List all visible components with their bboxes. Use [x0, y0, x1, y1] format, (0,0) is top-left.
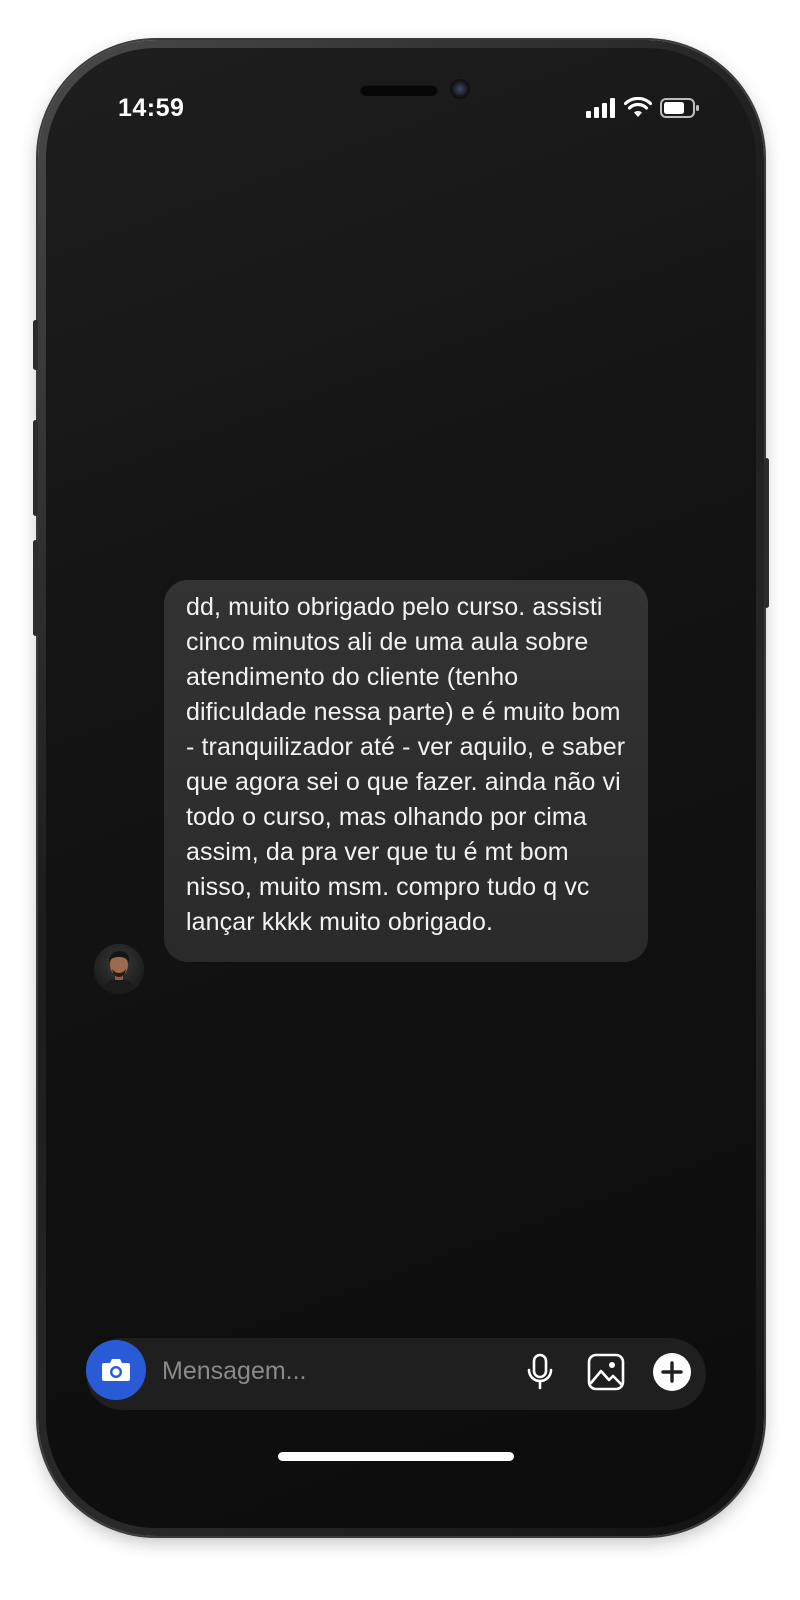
message-composer	[86, 1338, 706, 1410]
front-camera	[450, 79, 470, 99]
volume-up-button	[33, 420, 38, 516]
more-button[interactable]	[650, 1350, 694, 1394]
volume-down-button	[33, 540, 38, 636]
wifi-icon	[624, 97, 652, 117]
message-input[interactable]	[160, 1348, 464, 1394]
phone-screen: 14:59 dd, muito obrigado pelo curso. ass…	[46, 48, 756, 1528]
home-indicator[interactable]	[278, 1452, 514, 1461]
avatar[interactable]	[94, 944, 144, 994]
message-bubble[interactable]: dd, muito obrigado pelo curso. assisti c…	[164, 580, 648, 962]
power-button	[764, 458, 769, 608]
camera-button[interactable]	[86, 1340, 146, 1400]
avatar-photo	[94, 944, 144, 994]
signal-icon	[586, 98, 615, 118]
silent-switch	[33, 320, 38, 370]
earpiece-speaker	[360, 84, 438, 96]
status-icons	[586, 96, 700, 120]
microphone-button[interactable]	[518, 1350, 562, 1394]
battery-icon	[660, 98, 699, 118]
phone-frame: 14:59 dd, muito obrigado pelo curso. ass…	[33, 40, 769, 1536]
plus-icon	[653, 1353, 691, 1391]
gallery-icon	[587, 1353, 625, 1391]
gallery-button[interactable]	[584, 1350, 628, 1394]
status-time: 14:59	[118, 94, 185, 122]
camera-icon	[102, 1359, 130, 1381]
microphone-icon	[527, 1353, 553, 1390]
